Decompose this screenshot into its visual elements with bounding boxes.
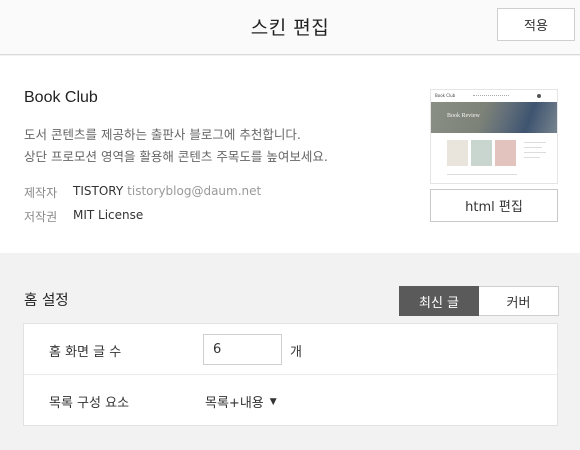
post-count-input[interactable]: [203, 334, 282, 365]
thumbnail-hero-text: Book Review: [447, 113, 480, 119]
thumbnail-text-line: [524, 152, 546, 153]
thumbnail-menu-icon: [537, 94, 541, 98]
thumbnail-nav: [473, 95, 509, 97]
tab-cover[interactable]: 커버: [479, 286, 559, 316]
skin-description-line: 상단 프로모션 영역을 활용해 콘텐츠 주목도를 높여보세요.: [24, 149, 328, 164]
page-title: 스킨 편집: [250, 17, 330, 39]
top-bar: 스킨 편집 적용: [0, 0, 580, 55]
license-label: 저작권: [24, 210, 58, 224]
skin-description-line: 도서 콘텐츠를 제공하는 출판사 블로그에 추천합니다.: [24, 127, 301, 142]
skin-thumbnail: Book Club Book Review: [430, 89, 558, 184]
license-row: 저작권 MIT License: [24, 208, 143, 225]
thumbnail-book-card: [447, 140, 468, 166]
author-email: tistoryblog@daum.net: [127, 184, 262, 198]
post-count-unit: 개: [290, 345, 302, 360]
caret-down-icon: ▼: [269, 396, 277, 407]
list-composition-label: 목록 구성 요소: [49, 396, 130, 411]
html-edit-button[interactable]: html 편집: [430, 189, 558, 222]
tab-latest-posts[interactable]: 최신 글: [399, 286, 479, 316]
thumbnail-text-line: [447, 174, 517, 175]
post-count-label: 홈 화면 글 수: [49, 345, 122, 360]
post-count-row: 홈 화면 글 수 개: [24, 324, 557, 375]
thumbnail-book-card: [495, 140, 516, 166]
list-composition-select[interactable]: 목록+내용 ▼: [205, 392, 277, 411]
thumbnail-logo: Book Club: [435, 93, 456, 98]
thumbnail-text-line: [524, 147, 542, 148]
thumbnail-text-line: [524, 157, 540, 158]
thumbnail-text-line: [524, 142, 546, 143]
skin-name: Book Club: [24, 89, 98, 106]
list-composition-value: 목록+내용: [205, 396, 264, 411]
thumbnail-header: Book Club: [431, 90, 557, 102]
thumbnail-book-card: [471, 140, 492, 166]
author-row: 제작자 TISTORY tistoryblog@daum.net: [24, 184, 261, 201]
home-settings-box: 홈 화면 글 수 개 목록 구성 요소 목록+내용 ▼: [23, 323, 558, 426]
home-settings-title: 홈 설정: [24, 293, 69, 309]
home-mode-tabs: 최신 글 커버: [399, 286, 559, 316]
license-value: MIT License: [73, 208, 144, 222]
apply-button[interactable]: 적용: [497, 8, 575, 41]
list-composition-row: 목록 구성 요소 목록+내용 ▼: [24, 375, 557, 426]
skin-info-panel: Book Club 도서 콘텐츠를 제공하는 출판사 블로그에 추천합니다. 상…: [0, 56, 580, 253]
skin-description: 도서 콘텐츠를 제공하는 출판사 블로그에 추천합니다. 상단 프로모션 영역을…: [24, 124, 328, 168]
author-name: TISTORY: [73, 184, 124, 198]
author-label: 제작자: [24, 186, 58, 200]
thumbnail-hero: Book Review: [431, 102, 557, 133]
